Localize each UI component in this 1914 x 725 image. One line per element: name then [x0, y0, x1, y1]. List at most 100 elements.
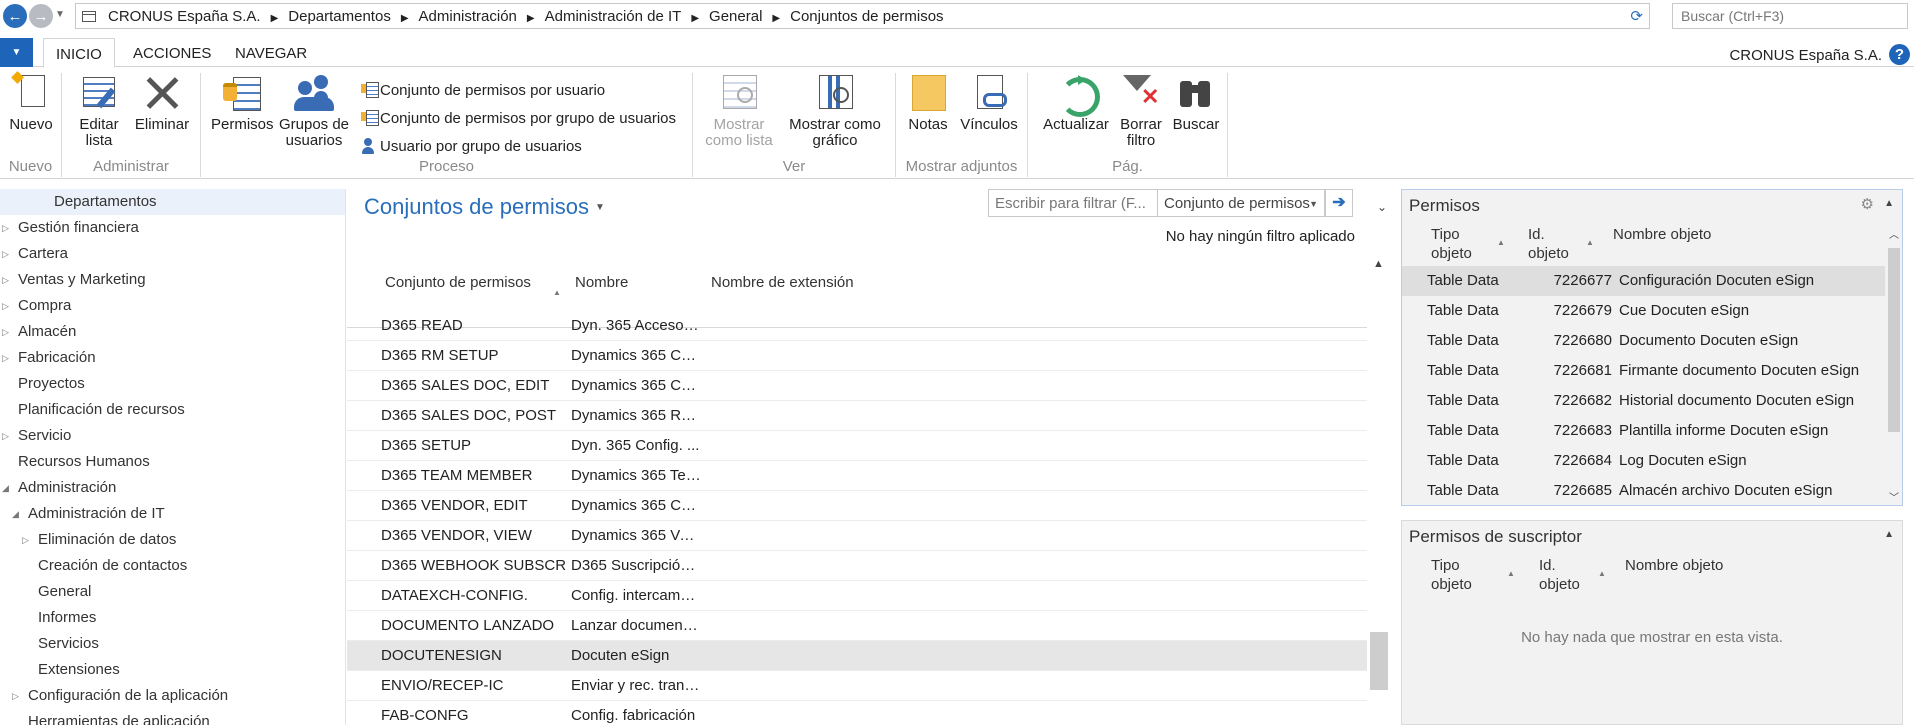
list-scrollbar[interactable]: ▲ — [1370, 258, 1388, 725]
table-row[interactable]: Table Data 7226685 Almacén archivo Docuten… — [1402, 476, 1885, 506]
cell-permission-set[interactable]: DOCUTENESIGN — [381, 641, 502, 671]
filter-field-select[interactable]: Conjunto de permisos ▼ — [1158, 189, 1325, 217]
column-header-type[interactable]: Tipo objeto — [1431, 556, 1472, 594]
new-button[interactable]: Nuevo — [7, 73, 55, 133]
scroll-up-icon[interactable]: ▲ — [1373, 258, 1384, 270]
table-row[interactable]: D365 VENDOR, VIEW Dynamics 365 Ver... — [347, 521, 1367, 551]
cell-permission-set[interactable]: D365 SETUP — [381, 431, 471, 461]
cell-permission-set[interactable]: DATAEXCH-CONFIG. — [381, 581, 528, 611]
cell-permission-set[interactable]: D365 VENDOR, VIEW — [381, 521, 532, 551]
nav-item[interactable]: ▷ Compra — [0, 293, 345, 319]
column-header-object-name[interactable]: Nombre objeto — [1613, 225, 1711, 244]
nav-item[interactable]: Departamentos — [0, 189, 345, 215]
table-row[interactable]: D365 READ Dyn. 365 Acceso l... — [347, 311, 1367, 341]
cell-permission-set[interactable]: D365 RM SETUP — [381, 341, 499, 371]
permset-by-user-button[interactable]: Conjunto de permisos por usuario — [359, 81, 605, 99]
table-row[interactable]: ENVIO/RECEP-IC Enviar y rec. trans.... — [347, 671, 1367, 701]
breadcrumb-item[interactable]: General — [709, 8, 762, 25]
cell-permission-set[interactable]: DOCUMENTO LANZADO — [381, 611, 554, 641]
grupos-usuarios-button[interactable]: Grupos de usuarios — [277, 73, 351, 149]
tab-acciones[interactable]: ACCIONES — [121, 38, 223, 67]
cell-permission-set[interactable]: D365 VENDOR, EDIT — [381, 491, 528, 521]
nav-item[interactable]: ▷ Almacén — [0, 319, 345, 345]
find-button[interactable]: Buscar — [1170, 73, 1222, 133]
cell-permission-set[interactable]: FAB-CONFG — [381, 701, 469, 725]
collapsed-icon[interactable]: ▷ — [12, 683, 19, 709]
nav-item[interactable]: ▷ Fabricación — [0, 345, 345, 371]
clear-filter-button[interactable]: Borrar filtro — [1116, 73, 1166, 149]
cell-permission-set[interactable]: D365 TEAM MEMBER — [381, 461, 532, 491]
table-row[interactable]: DOCUTENESIGN Docuten eSign — [347, 641, 1367, 671]
factbox-scrollbar[interactable]: ︿ ﹀ — [1886, 226, 1902, 504]
column-header-object-name[interactable]: Nombre objeto — [1625, 556, 1723, 575]
expanded-icon[interactable]: ◢ — [12, 501, 19, 527]
table-row[interactable]: D365 SALES DOC, EDIT Dynamics 365 Cre... — [347, 371, 1367, 401]
collapsed-icon[interactable]: ▷ — [2, 293, 9, 319]
collapsed-icon[interactable]: ▷ — [2, 319, 9, 345]
cell-permission-set[interactable]: D365 SALES DOC, EDIT — [381, 371, 549, 401]
nav-item[interactable]: Planificación de recursos — [0, 397, 345, 423]
nav-item[interactable]: ◢ Administración — [0, 475, 345, 501]
column-header-id[interactable]: Id. objeto — [1528, 225, 1569, 263]
notes-button[interactable]: Notas — [904, 73, 952, 133]
table-row[interactable]: D365 VENDOR, EDIT Dynamics 365 Cre... — [347, 491, 1367, 521]
table-row[interactable]: Table Data 7226679 Cue Docuten eSign — [1402, 296, 1885, 326]
show-as-list-button[interactable]: Mostrar como lista — [703, 73, 775, 149]
collapsed-icon[interactable]: ▷ — [22, 527, 29, 553]
cell-permission-set[interactable]: D365 WEBHOOK SUBSCR — [381, 551, 566, 581]
permset-by-usergroup-button[interactable]: Conjunto de permisos por grupo de usuari… — [359, 109, 676, 127]
table-row[interactable]: D365 WEBHOOK SUBSCR D365 Suscripción ... — [347, 551, 1367, 581]
nav-item[interactable]: General — [0, 579, 345, 605]
column-header-id[interactable]: Id. objeto — [1539, 556, 1580, 594]
filter-input[interactable]: Escribir para filtrar (F... — [988, 189, 1158, 217]
scrollbar-thumb[interactable] — [1888, 248, 1900, 432]
breadcrumb-item[interactable]: CRONUS España S.A. — [108, 8, 261, 25]
breadcrumb-item[interactable]: Administración — [419, 8, 517, 25]
collapsed-icon[interactable]: ▷ — [2, 423, 9, 449]
scroll-up-icon[interactable]: ︿ — [1889, 226, 1899, 241]
table-row[interactable]: Table Data 7226677 Configuración Docuten e… — [1402, 266, 1885, 296]
expanded-icon[interactable]: ◢ — [2, 475, 9, 501]
apply-filter-button[interactable]: ➔ — [1325, 189, 1353, 217]
breadcrumb-item[interactable]: Departamentos — [288, 8, 391, 25]
column-header-name[interactable]: Nombre — [575, 274, 628, 292]
nav-item[interactable]: Recursos Humanos — [0, 449, 345, 475]
chevron-down-icon[interactable]: ▼ — [595, 202, 605, 213]
nav-item[interactable]: ▷ Servicio — [0, 423, 345, 449]
table-row[interactable]: D365 SETUP Dyn. 365 Config. ... — [347, 431, 1367, 461]
tab-navegar[interactable]: NAVEGAR — [223, 38, 319, 67]
cell-permission-set[interactable]: D365 SALES DOC, POST — [381, 401, 556, 431]
column-header-code[interactable]: Conjunto de permisos — [385, 274, 531, 292]
nav-item[interactable]: Proyectos — [0, 371, 345, 397]
breadcrumb-item[interactable]: Conjuntos de permisos — [790, 8, 943, 25]
gear-icon[interactable]: ⚙ — [1861, 195, 1874, 213]
collapsed-icon[interactable]: ▷ — [2, 267, 9, 293]
scrollbar-thumb[interactable] — [1370, 632, 1388, 690]
nav-item[interactable]: Extensiones — [0, 657, 345, 683]
table-row[interactable]: Table Data 7226680 Documento Docuten eSign — [1402, 326, 1885, 356]
column-header-extension[interactable]: Nombre de extensión — [711, 274, 854, 292]
collapsed-icon[interactable]: ▷ — [2, 241, 9, 267]
collapse-filter-icon[interactable]: ⌄ — [1377, 200, 1387, 214]
table-row[interactable]: D365 TEAM MEMBER Dynamics 365 Tea... — [347, 461, 1367, 491]
nav-item[interactable]: Herramientas de aplicación — [0, 709, 345, 725]
collapsed-icon[interactable]: ▷ — [2, 345, 9, 371]
table-row[interactable]: D365 SALES DOC, POST Dynamics 365 Re... — [347, 401, 1367, 431]
user-by-usergroup-button[interactable]: Usuario por grupo de usuarios — [359, 137, 582, 155]
permisos-button[interactable]: Permisos — [211, 73, 274, 133]
refresh-icon[interactable]: ⟳ — [1630, 7, 1643, 25]
nav-item[interactable]: Creación de contactos — [0, 553, 345, 579]
breadcrumb-item[interactable]: Administración de IT — [545, 8, 682, 25]
nav-item[interactable]: ▷ Eliminación de datos — [0, 527, 345, 553]
search-input[interactable] — [1672, 3, 1908, 29]
cell-permission-set[interactable]: D365 READ — [381, 311, 463, 341]
table-row[interactable]: DOCUMENTO LANZADO Lanzar documentos — [347, 611, 1367, 641]
app-menu-button[interactable]: ▼ — [0, 38, 33, 67]
nav-item[interactable]: ▷ Configuración de la aplicación — [0, 683, 345, 709]
refresh-button[interactable]: Actualizar — [1040, 73, 1112, 133]
nav-item[interactable]: ◢ Administración de IT — [0, 501, 345, 527]
collapse-icon[interactable]: ▲ — [1884, 529, 1894, 540]
page-title[interactable]: Conjuntos de permisos — [364, 194, 589, 220]
delete-button[interactable]: Eliminar — [132, 73, 192, 133]
nav-item[interactable]: ▷ Cartera — [0, 241, 345, 267]
